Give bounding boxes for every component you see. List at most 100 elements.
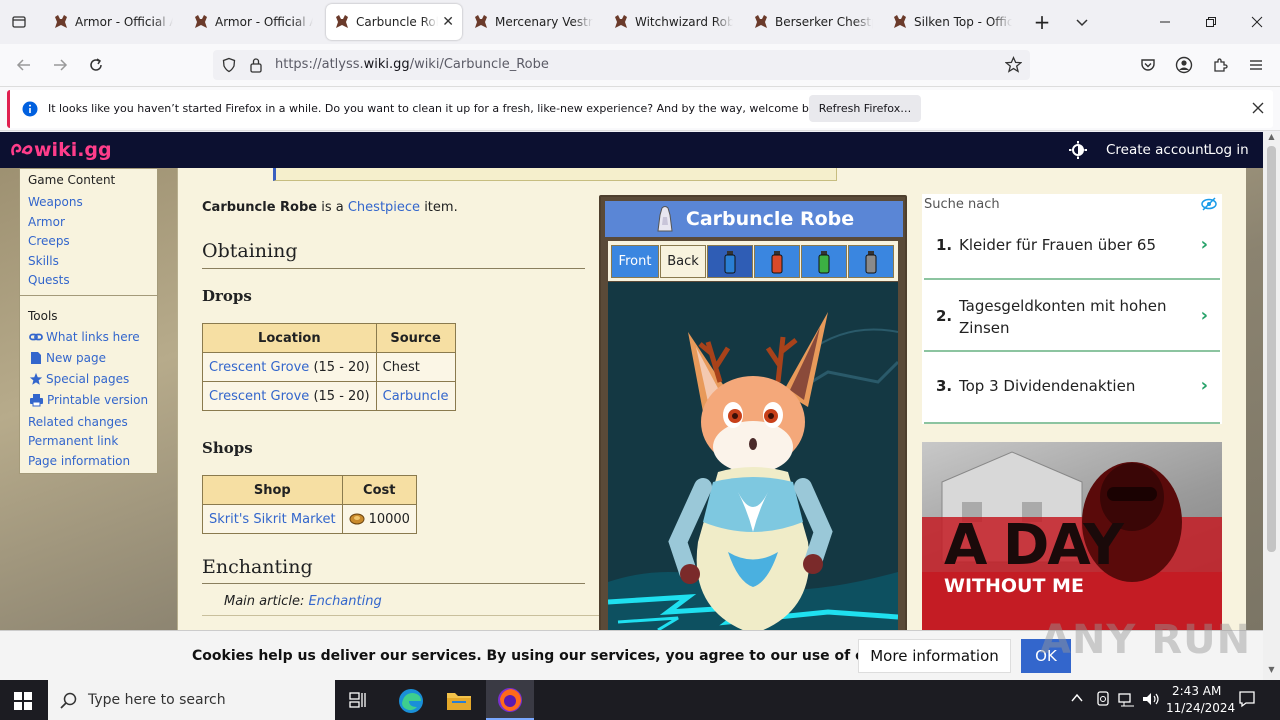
location-link[interactable]: Crescent Grove	[209, 389, 309, 404]
dye-red-button[interactable]	[754, 245, 800, 278]
browser-tab[interactable]: Silken Top - Official Atl	[884, 4, 1020, 40]
gray-dye-bottle-icon	[865, 250, 877, 273]
table-row: Crescent Grove (15 - 20) Carbuncle	[202, 381, 456, 411]
reload-icon[interactable]	[82, 52, 110, 78]
network-icon[interactable]	[1118, 691, 1136, 710]
task-view-icon[interactable]	[349, 691, 369, 712]
browser-tab[interactable]: Witchwizard Robe - Offi	[605, 4, 741, 40]
adchoices-eye-icon[interactable]	[1201, 197, 1217, 214]
ad-item[interactable]: 3. Top 3 Dividendenaktien ›	[924, 354, 1220, 424]
shield-icon[interactable]	[221, 57, 237, 76]
table-header: Shop	[202, 475, 343, 505]
sidebar-item-creeps[interactable]: Creeps	[28, 234, 70, 248]
atlyss-wiki-favicon-icon	[615, 15, 627, 28]
clock-date[interactable]: 11/24/2024	[1166, 701, 1235, 715]
firefox-taskbar-button[interactable]	[486, 680, 534, 720]
item-infobox: Carbuncle Robe Front Back	[599, 195, 907, 630]
banner-ad[interactable]: A DAY WITHOUT ME	[922, 442, 1222, 630]
windows-taskbar: Type here to search 2:43 AM 11/24/2024	[0, 680, 1280, 720]
close-notification-icon[interactable]	[1252, 102, 1264, 117]
close-window-button[interactable]	[1242, 8, 1272, 36]
create-account-link[interactable]: Create account	[1106, 142, 1209, 158]
source-link[interactable]: Carbuncle	[383, 389, 449, 404]
forward-arrow-icon[interactable]	[46, 52, 74, 78]
sidebar-item-weapons[interactable]: Weapons	[28, 195, 83, 209]
close-tab-icon[interactable]: ✕	[442, 14, 454, 30]
clock-time[interactable]: 2:43 AM	[1172, 684, 1221, 698]
banner-subline: WITHOUT ME	[944, 575, 1084, 597]
sidebar-tool-printable-version[interactable]: Printable version	[29, 393, 148, 407]
tab-title: Carbuncle Robe - Official	[356, 15, 438, 29]
lock-icon[interactable]	[249, 57, 263, 76]
scroll-up-arrow-icon[interactable]: ▲	[1266, 132, 1277, 141]
refresh-firefox-button[interactable]: Refresh Firefox…	[809, 95, 921, 122]
sidebar-item-quests[interactable]: Quests	[28, 273, 70, 287]
tab-overflow-chevron-icon[interactable]	[1067, 8, 1097, 36]
bookmark-star-icon[interactable]	[1004, 56, 1023, 76]
sidebar-tool-page-information[interactable]: Page information	[28, 454, 130, 468]
location-link[interactable]: Crescent Grove	[209, 360, 309, 375]
dye-gray-button[interactable]	[848, 245, 894, 278]
atlyss-wiki-favicon-icon	[195, 15, 207, 28]
browser-tab[interactable]: Berserker Chestpiece	[745, 4, 881, 40]
dye-blue-button[interactable]	[707, 245, 753, 278]
crown-coin-icon	[349, 513, 365, 524]
ad-search-label: Suche nach	[924, 197, 1000, 212]
search-icon	[60, 692, 77, 712]
notifications-icon[interactable]	[1238, 690, 1256, 711]
edge-browser-icon[interactable]	[398, 688, 424, 717]
windows-start-icon[interactable]	[14, 692, 32, 713]
page-scrollbar[interactable]: ▲ ▼	[1263, 132, 1280, 680]
taskbar-search-box[interactable]: Type here to search	[48, 680, 335, 720]
account-icon[interactable]	[1170, 52, 1198, 78]
tab-title: Silken Top - Official Atl	[914, 15, 1012, 29]
star-icon	[29, 372, 43, 385]
pocket-icon[interactable]	[1134, 52, 1162, 78]
wiki-gg-logo[interactable]: wiki.gg	[10, 139, 112, 161]
tab-title: Armor - Official Atlyss Wiki	[215, 15, 313, 29]
shop-link[interactable]: Skrit's Sikrit Market	[209, 512, 336, 527]
browser-tab[interactable]: Mercenary Vestment - Of	[465, 4, 601, 40]
theme-toggle-icon[interactable]	[1069, 141, 1087, 162]
enchanting-link[interactable]: Enchanting	[308, 594, 381, 609]
browser-tab[interactable]: Carbuncle Robe - Official ✕	[326, 4, 462, 40]
sidebar-tool-permanent-link[interactable]: Permanent link	[28, 434, 118, 448]
scroll-down-arrow-icon[interactable]: ▼	[1266, 665, 1277, 674]
new-tab-button[interactable]: +	[1027, 8, 1057, 36]
atlyss-wiki-favicon-icon	[894, 15, 906, 28]
scrollbar-thumb[interactable]	[1267, 146, 1276, 552]
tab-list-icon[interactable]	[4, 8, 34, 36]
file-explorer-icon[interactable]	[446, 689, 472, 714]
cookie-consent-bar: Cookies help us deliver our services. By…	[0, 617, 1263, 680]
minimize-button[interactable]	[1150, 8, 1180, 36]
menu-hamburger-icon[interactable]	[1242, 52, 1270, 78]
dye-green-button[interactable]	[801, 245, 847, 278]
sidebar-item-skills[interactable]: Skills	[28, 254, 59, 268]
sidebar-item-armor[interactable]: Armor	[28, 215, 65, 229]
wiki-header: wiki.gg Create account Log in	[0, 132, 1263, 168]
volume-icon[interactable]	[1142, 691, 1160, 710]
ad-item[interactable]: 2. Tagesgeldkonten mit hohen Zinsen ›	[924, 282, 1220, 352]
login-link[interactable]: Log in	[1208, 142, 1249, 158]
sidebar-tool-new-page[interactable]: New page	[29, 351, 106, 365]
restore-button[interactable]	[1196, 8, 1226, 36]
back-arrow-icon[interactable]	[10, 52, 38, 78]
sponsored-search-ad[interactable]: Suche nach 1. Kleider für Frauen über 65…	[922, 194, 1222, 424]
tray-device-icon[interactable]	[1096, 691, 1110, 710]
tray-chevron-up-icon[interactable]	[1071, 692, 1083, 707]
tab-front[interactable]: Front	[611, 245, 659, 278]
sidebar-tool-special-pages[interactable]: Special pages	[29, 372, 129, 386]
address-bar[interactable]: https://atlyss.wiki.gg/wiki/Carbuncle_Ro…	[213, 50, 1030, 80]
sidebar-tool-related-changes[interactable]: Related changes	[28, 415, 128, 429]
url-text[interactable]: https://atlyss.wiki.gg/wiki/Carbuncle_Ro…	[275, 57, 549, 72]
browser-tab[interactable]: Armor - Official Atlyss Wiki	[45, 4, 181, 40]
sidebar-tool-what-links-here[interactable]: What links here	[29, 330, 140, 344]
extensions-icon[interactable]	[1206, 52, 1234, 78]
more-information-button[interactable]: More information	[858, 639, 1011, 673]
ad-item[interactable]: 1. Kleider für Frauen über 65 ›	[924, 222, 1220, 280]
link-icon	[29, 333, 43, 341]
tab-back[interactable]: Back	[660, 245, 706, 278]
chestpiece-link[interactable]: Chestpiece	[348, 200, 420, 215]
browser-tab[interactable]: Armor - Official Atlyss Wiki	[185, 4, 321, 40]
infobox-tabs: Front Back	[608, 241, 898, 281]
